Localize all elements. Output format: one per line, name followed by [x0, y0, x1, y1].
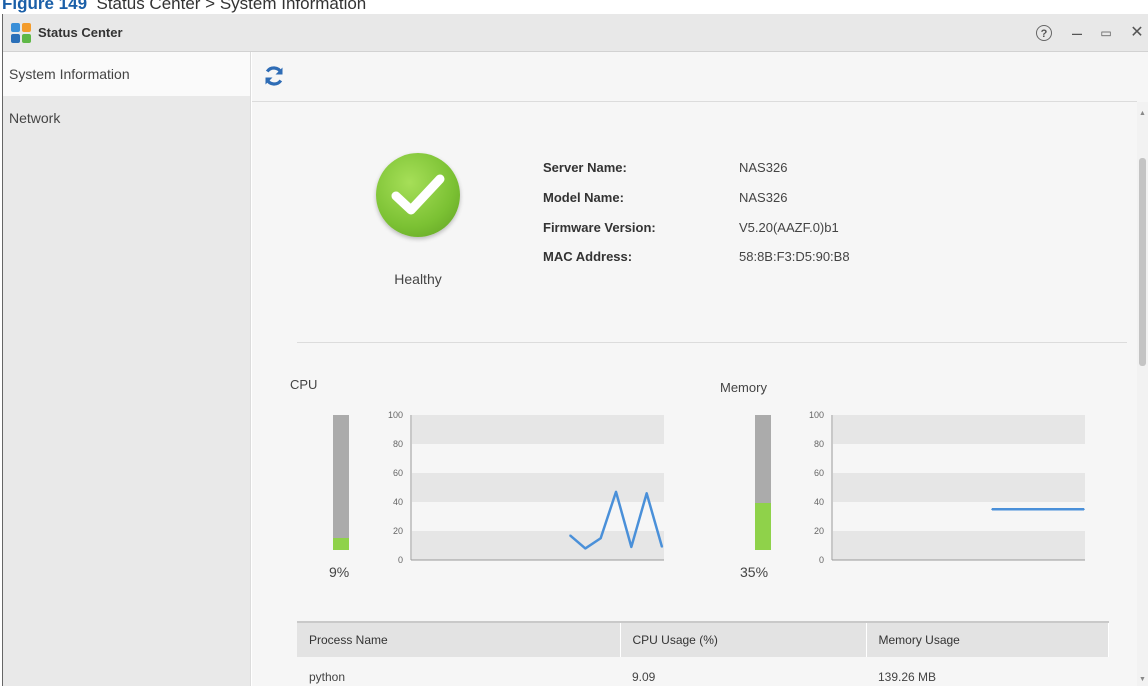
sidebar: System Information Network [3, 52, 251, 686]
refresh-icon [265, 66, 283, 86]
memory-chart-band [833, 531, 1085, 560]
cpu-history-chart: 100 80 60 40 20 0 [388, 410, 664, 565]
cpu-chart-data-point [630, 546, 633, 548]
status-center-app-icon [11, 23, 31, 43]
memory-usage-bar [755, 415, 771, 550]
cpu-label: CPU [290, 377, 318, 392]
cpu-usage-bar [333, 415, 349, 550]
cpu-chart-data-point [584, 547, 587, 550]
memory-label: Memory [720, 380, 767, 395]
minimize-button[interactable]: – [1067, 22, 1087, 44]
memory-chart-y-tick-label: 20 [814, 526, 824, 536]
sidebar-item-network[interactable]: Network [3, 96, 250, 140]
cpu-usage-percent: 9% [329, 564, 350, 580]
vertical-scrollbar[interactable]: ▲ ▼ [1137, 102, 1148, 686]
cpu-chart-data-point [645, 492, 648, 495]
mac-address-value: 58:8B:F3:D5:90:B8 [739, 249, 850, 264]
refresh-button[interactable] [262, 64, 288, 90]
help-icon: ? [1036, 25, 1052, 41]
cpu-chart-y-tick-label: 20 [393, 526, 403, 536]
toolbar [252, 52, 1137, 102]
scrollbar-thumb[interactable] [1139, 158, 1146, 366]
memory-chart-data-point [1083, 508, 1085, 511]
model-name-value: NAS326 [739, 190, 788, 205]
column-header-memory-usage[interactable]: Memory Usage [866, 621, 1109, 657]
main-content: Healthy Server Name: NAS326 Model Name: … [252, 52, 1148, 686]
memory-chart-y-tick-label: 40 [814, 497, 824, 507]
model-name-label: Model Name: [543, 190, 624, 205]
memory-history-chart: 100 80 60 40 20 0 [809, 410, 1085, 565]
sidebar-item-system-information[interactable]: System Information [3, 52, 250, 96]
memory-chart-data-point [991, 508, 993, 511]
scroll-down-arrow-icon[interactable]: ▼ [1139, 676, 1146, 683]
status-center-window: Status Center ? – ▭ ✕ System Information… [2, 14, 1148, 686]
memory-chart-y-tick-label: 60 [814, 468, 824, 478]
cpu-chart-y-tick-label: 0 [398, 555, 403, 565]
cpu-chart-data-point [615, 491, 617, 493]
memory-chart-band [833, 415, 1085, 444]
table-row[interactable]: python 9.09 139.26 MB [297, 657, 1109, 686]
memory-chart-y-tick-label: 100 [809, 410, 824, 420]
process-table: Process Name CPU Usage (%) Memory Usage … [297, 621, 1109, 686]
cpu-chart-band [412, 415, 664, 444]
process-table-header: Process Name CPU Usage (%) Memory Usage [297, 621, 1109, 657]
memory-usage-fill [755, 502, 771, 550]
server-name-label: Server Name: [543, 160, 627, 175]
healthy-check-icon [376, 153, 460, 237]
scroll-up-arrow-icon[interactable]: ▲ [1139, 110, 1146, 117]
server-name-value: NAS326 [739, 160, 788, 175]
figure-number: Figure 149 [2, 0, 88, 13]
column-header-cpu-usage[interactable]: CPU Usage (%) [620, 621, 867, 657]
maximize-button[interactable]: ▭ [1096, 22, 1116, 44]
cpu-chart-y-tick-label: 80 [393, 439, 403, 449]
cpu-chart-band [412, 473, 664, 502]
memory-chart-y-tick-label: 0 [819, 555, 824, 565]
cpu-chart-band [412, 531, 664, 560]
figure-caption: Figure 149 Status Center > System Inform… [0, 0, 1148, 14]
memory-chart-band [833, 473, 1085, 502]
memory-chart-y-tick-label: 80 [814, 439, 824, 449]
cpu-usage-fill [333, 537, 349, 550]
title-bar[interactable]: Status Center ? – ▭ ✕ [3, 14, 1148, 52]
column-header-process-name[interactable]: Process Name [297, 621, 621, 657]
health-status-label: Healthy [394, 271, 442, 287]
figure-title: Status Center > System Information [96, 0, 367, 13]
memory-usage-cell: 139.26 MB [866, 657, 1109, 686]
section-divider [297, 342, 1127, 343]
cpu-chart-y-tick-label: 60 [393, 468, 403, 478]
process-name-cell: python [297, 657, 620, 686]
cpu-chart-data-point [661, 546, 663, 548]
help-button[interactable]: ? [1033, 22, 1055, 44]
firmware-version-value: V5.20(AAZF.0)b1 [739, 220, 839, 235]
memory-usage-percent: 35% [740, 564, 769, 580]
firmware-version-label: Firmware Version: [543, 220, 656, 235]
close-button[interactable]: ✕ [1127, 22, 1147, 44]
window-title: Status Center [38, 25, 123, 40]
cpu-chart-y-tick-label: 100 [388, 410, 403, 420]
cpu-chart-data-point [569, 534, 571, 537]
cpu-chart-data-point [599, 537, 602, 540]
cpu-usage-cell: 9.09 [620, 657, 866, 686]
mac-address-label: MAC Address: [543, 249, 633, 264]
cpu-chart-y-tick-label: 40 [393, 497, 403, 507]
